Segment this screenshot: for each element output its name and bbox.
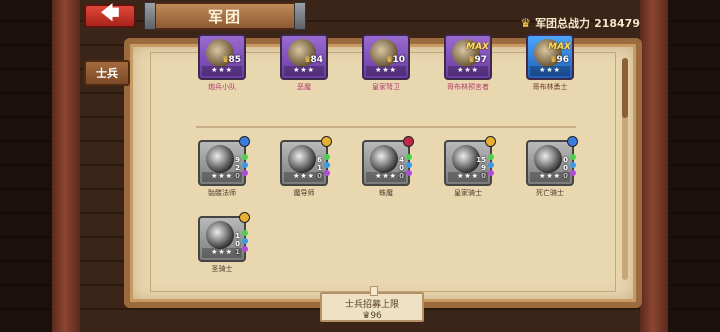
power-value: 218479 (594, 16, 640, 30)
star-row: ★★★ (202, 172, 242, 182)
page-title: 军团 (207, 7, 242, 26)
capacity-value: ♛96 (362, 311, 382, 321)
unit-name: 骷髅法师 (208, 189, 236, 197)
unit-portrait (206, 145, 234, 173)
unit-name: 皇家骑士 (454, 189, 482, 197)
skill-dots (242, 230, 250, 252)
unit-card-archmage[interactable]: 610 ★★★ 魔导师 (280, 136, 332, 200)
unit-card-goblin-warrior[interactable]: MAX ♛ 96 ★★★ 哥布林勇士 (526, 34, 574, 94)
star-row: ★★★ (202, 66, 242, 76)
star-row: ★★★ (284, 66, 324, 76)
card-frame: MAX ♛ 97 ★★★ (444, 34, 492, 80)
unit-level: 84 (310, 55, 323, 65)
tab-soldiers-label: 士兵 (96, 67, 118, 80)
star-row: ★★★ (448, 66, 488, 76)
unit-portrait (206, 221, 234, 249)
skill-dots (570, 154, 578, 176)
unit-card-skeleton-mage[interactable]: 920 ★★★ 骷髅法师 (198, 136, 250, 200)
scroll-thumb[interactable] (622, 58, 628, 118)
card-frame: MAX ♛ 96 ★★★ (526, 34, 574, 80)
card-frame: ♛ 10 ★★★ (362, 34, 410, 80)
unit-level: 85 (228, 55, 241, 65)
rarity-gem-icon (321, 136, 332, 147)
card-frame: ♛ 85 ★★★ (198, 34, 246, 80)
unit-name: 恶魔 (297, 83, 311, 91)
unit-level: 10 (392, 55, 405, 65)
legion-power: ♛ 军团总战力 218479 (520, 15, 640, 31)
unit-portrait (534, 145, 562, 173)
unit-card-royal-crossbow[interactable]: ♛ 10 ★★★ 皇家弩卫 (362, 34, 410, 94)
star-row: ★★★ (284, 172, 324, 182)
right-pillar (640, 0, 668, 332)
power-label: 军团总战力 (535, 17, 591, 30)
unit-name: 圣骑士 (211, 265, 233, 273)
skill-dots (488, 154, 496, 176)
tab-soldiers[interactable]: 士兵 (84, 60, 130, 86)
card-frame: 000 ★★★ (526, 140, 574, 186)
unit-name: 蛛魔 (379, 189, 393, 197)
recruit-capacity-box: 士兵招募上限 ♛96 (320, 286, 424, 322)
unit-portrait (370, 145, 398, 173)
banner-cap-right (294, 2, 306, 30)
unit-card-royal-knight[interactable]: 15 9 0 ★★★ 皇家骑士 (444, 136, 496, 200)
scrollbar[interactable] (622, 58, 628, 280)
rarity-gem-icon (239, 136, 250, 147)
rarity-gem-icon (239, 212, 250, 223)
unit-name: 炮兵小队 (208, 83, 236, 91)
unit-portrait (288, 145, 316, 173)
rarity-gem-icon (403, 136, 414, 147)
star-row: ★★★ (530, 66, 570, 76)
unit-card-death-knight[interactable]: 000 ★★★ 死亡骑士 (526, 136, 578, 200)
title-banner: 军团 (144, 2, 306, 30)
card-frame: 15 9 0 ★★★ (444, 140, 492, 186)
unit-name: 哥布林勇士 (532, 83, 568, 91)
unit-name: 皇家弩卫 (372, 83, 400, 91)
back-arrow-icon: 🡄 (100, 3, 120, 24)
unit-level: 96 (556, 55, 569, 65)
banner-cap-left (144, 2, 156, 30)
rarity-gem-icon (485, 136, 496, 147)
card-frame: 610 ★★★ (280, 140, 328, 186)
section-divider (196, 126, 576, 128)
star-row: ★★★ (530, 172, 570, 182)
paper-pin (370, 286, 378, 296)
card-frame: 400 ★★★ (362, 140, 410, 186)
unit-card-paladin[interactable]: 101 ★★★ 圣骑士 (198, 212, 250, 276)
max-badge: MAX (548, 42, 571, 52)
rarity-gem-icon (567, 136, 578, 147)
unit-name: 魔导师 (293, 189, 315, 197)
star-row: ★★★ (366, 172, 406, 182)
unit-name: 哥布林预言者 (447, 83, 489, 91)
crown-icon: ♛ (520, 16, 532, 30)
unit-card-artillery[interactable]: ♛ 85 ★★★ 炮兵小队 (198, 34, 246, 94)
card-frame: 920 ★★★ (198, 140, 246, 186)
unit-name: 死亡骑士 (536, 189, 564, 197)
unit-card-goblin-prophet[interactable]: MAX ♛ 97 ★★★ 哥布林预言者 (444, 34, 492, 94)
star-row: ★★★ (366, 66, 406, 76)
unit-level: 97 (474, 55, 487, 65)
skill-dots (324, 154, 332, 176)
skill-dots (406, 154, 414, 176)
unit-card-spider-demon[interactable]: 400 ★★★ 蛛魔 (362, 136, 414, 200)
unit-card-demon[interactable]: ♛ 84 ★★★ 恶魔 (280, 34, 328, 94)
capacity-label: 士兵招募上限 (344, 300, 399, 310)
skill-dots (242, 154, 250, 176)
card-frame: 101 ★★★ (198, 216, 246, 262)
left-pillar (52, 0, 80, 332)
star-row: ★★★ (202, 248, 242, 258)
max-badge: MAX (466, 42, 489, 52)
back-button[interactable]: 🡄 (84, 3, 136, 28)
star-row: ★★★ (448, 172, 488, 182)
card-frame: ♛ 84 ★★★ (280, 34, 328, 80)
